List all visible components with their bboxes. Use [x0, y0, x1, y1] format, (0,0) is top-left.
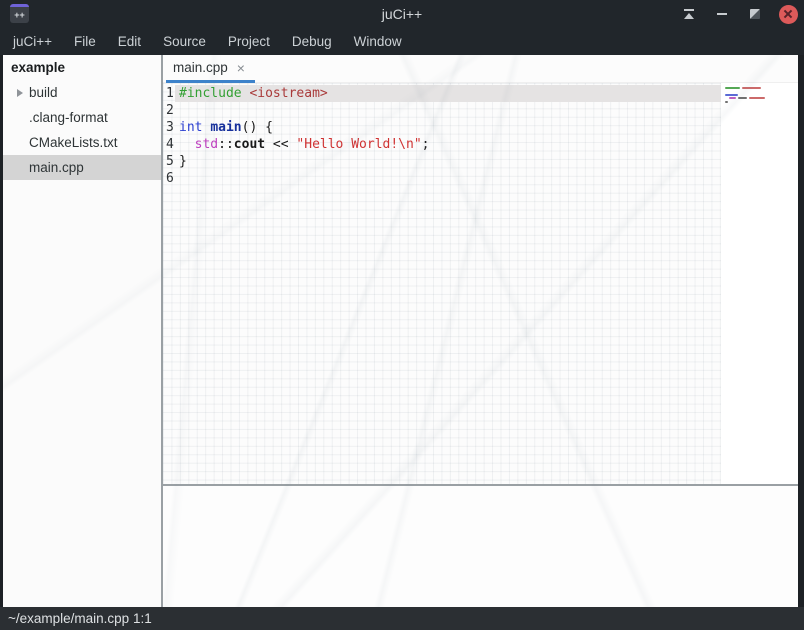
- line-number: 6: [163, 170, 175, 187]
- code-line-1[interactable]: 1#include <iostream>: [163, 85, 721, 102]
- menu-item-debug[interactable]: Debug: [281, 29, 343, 54]
- minimap-row-2: [725, 90, 797, 92]
- tab-main-cpp[interactable]: main.cpp ×: [166, 55, 255, 83]
- menu-item-edit[interactable]: Edit: [107, 29, 152, 54]
- shade-icon: [683, 9, 695, 19]
- restore-icon: [750, 9, 760, 19]
- output-pane[interactable]: [163, 486, 798, 607]
- tabbar: main.cpp ×: [163, 55, 798, 83]
- code-text: }: [175, 153, 721, 170]
- code-line-5[interactable]: 5}: [163, 153, 721, 170]
- menu-item-window[interactable]: Window: [343, 29, 413, 54]
- close-icon: [779, 5, 798, 24]
- window-controls: [679, 0, 798, 28]
- code-text: int main() {: [175, 119, 721, 136]
- menubar: juCi++FileEditSourceProjectDebugWindow: [0, 28, 804, 55]
- window-right-border: [798, 55, 804, 607]
- code-text: [175, 170, 721, 187]
- code-text: #include <iostream>: [175, 85, 721, 102]
- menu-item-file[interactable]: File: [63, 29, 107, 54]
- line-number: 5: [163, 153, 175, 170]
- juci-window: ++ juCi++ juCi++FileEditSourceProjectDeb…: [0, 0, 804, 630]
- line-number: 4: [163, 136, 175, 153]
- menu-item-juci-[interactable]: juCi++: [2, 29, 63, 54]
- tab-label: main.cpp: [173, 60, 228, 75]
- line-number: 1: [163, 85, 175, 102]
- minimap[interactable]: [723, 86, 797, 484]
- titlebar[interactable]: ++ juCi++: [0, 0, 804, 28]
- app-logo-icon: ++: [10, 4, 29, 23]
- restore-button[interactable]: [745, 4, 765, 24]
- tree-root-folder[interactable]: example: [3, 55, 161, 80]
- status-file-position: ~/example/main.cpp 1:1: [8, 611, 152, 626]
- statusbar: ~/example/main.cpp 1:1: [0, 607, 804, 630]
- code-text: [175, 102, 721, 119]
- close-button[interactable]: [778, 4, 798, 24]
- tree-item-cmakelists-txt[interactable]: CMakeLists.txt: [3, 130, 161, 155]
- code-line-3[interactable]: 3int main() {: [163, 119, 721, 136]
- minimap-row-5: [725, 101, 797, 103]
- line-number: 3: [163, 119, 175, 136]
- editor-zone: main.cpp × 1#include <iostream>23int mai…: [163, 55, 798, 607]
- file-tree: example build .clang-format CMakeLists.txt…: [3, 55, 161, 607]
- menu-item-project[interactable]: Project: [217, 29, 281, 54]
- minimize-icon: [717, 13, 727, 15]
- code-line-4[interactable]: 4 std::cout << "Hello World!\n";: [163, 136, 721, 153]
- tree-item-label: main.cpp: [29, 160, 84, 175]
- shade-button[interactable]: [679, 4, 699, 24]
- tree-item-label: CMakeLists.txt: [29, 135, 118, 150]
- minimap-row-1: [725, 87, 797, 89]
- minimap-row-4: [729, 97, 797, 99]
- code-lines: 1#include <iostream>23int main() {4 std:…: [163, 85, 721, 187]
- tree-item-label: .clang-format: [29, 110, 108, 125]
- expander-icon[interactable]: [11, 89, 29, 97]
- minimap-row-3: [725, 94, 797, 96]
- tree-item--clang-format[interactable]: .clang-format: [3, 105, 161, 130]
- code-line-6[interactable]: 6: [163, 170, 721, 187]
- menu-item-source[interactable]: Source: [152, 29, 217, 54]
- tree-item-build[interactable]: build: [3, 80, 161, 105]
- code-text: std::cout << "Hello World!\n";: [175, 136, 721, 153]
- content-area: example build .clang-format CMakeLists.txt…: [0, 55, 804, 607]
- code-line-2[interactable]: 2: [163, 102, 721, 119]
- tree-item-label: build: [29, 85, 58, 100]
- tab-close-icon[interactable]: ×: [237, 61, 245, 75]
- tree-item-main-cpp[interactable]: main.cpp: [3, 155, 161, 180]
- line-number: 2: [163, 102, 175, 119]
- code-editor[interactable]: 1#include <iostream>23int main() {4 std:…: [163, 83, 798, 484]
- minimize-button[interactable]: [712, 4, 732, 24]
